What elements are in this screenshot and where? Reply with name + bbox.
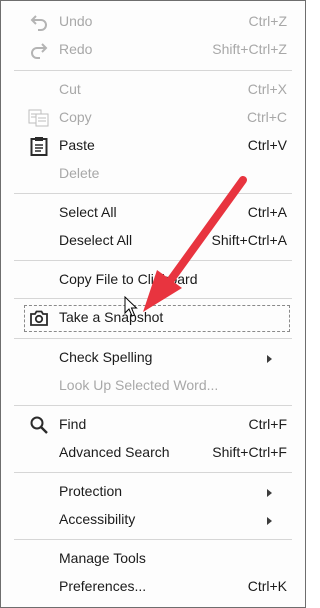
- menu-separator: [14, 472, 292, 473]
- menu-item-label: Copy: [59, 109, 92, 125]
- menu-item-look-up-word[interactable]: Look Up Selected Word...: [1, 372, 305, 400]
- menu-item-take-snapshot[interactable]: Take a Snapshot: [1, 304, 305, 332]
- shortcut-label: Ctrl+Z: [248, 13, 288, 29]
- menu-item-label: Take a Snapshot: [59, 309, 164, 325]
- menu-item-label: Copy File to Clipboard: [59, 271, 198, 287]
- menu-item-preferences[interactable]: Preferences... Ctrl+K: [1, 573, 305, 601]
- menu-item-label: Advanced Search: [59, 444, 170, 460]
- menu-item-label: Select All: [59, 204, 117, 220]
- menu-item-paste[interactable]: Paste Ctrl+V: [1, 132, 305, 160]
- shortcut-label: Shift+Ctrl+F: [212, 444, 287, 460]
- redo-icon: [28, 40, 50, 60]
- menu-item-label: Redo: [59, 41, 93, 57]
- shortcut-label: Ctrl+A: [247, 204, 287, 220]
- menu-item-cut[interactable]: Cut Ctrl+X: [1, 76, 305, 104]
- menu-separator: [14, 193, 292, 194]
- menu-item-find[interactable]: Find Ctrl+F: [1, 411, 305, 439]
- menu-item-label: Delete: [59, 165, 100, 181]
- camera-icon: [28, 308, 50, 328]
- submenu-arrow-icon: [267, 355, 272, 363]
- clipboard-icon: [28, 136, 50, 156]
- menu-item-label: Undo: [59, 13, 93, 29]
- shortcut-label: Ctrl+C: [246, 109, 287, 125]
- search-icon: [28, 415, 50, 435]
- copy-icon: [28, 108, 50, 128]
- menu-separator: [14, 405, 292, 406]
- shortcut-label: Ctrl+K: [247, 578, 287, 594]
- submenu-arrow-icon: [267, 517, 272, 525]
- menu-item-label: Manage Tools: [59, 550, 146, 566]
- shortcut-label: Ctrl+F: [248, 416, 288, 432]
- menu-item-manage-tools[interactable]: Manage Tools: [1, 545, 305, 573]
- menu-item-label: Look Up Selected Word...: [59, 377, 219, 393]
- menu-item-select-all[interactable]: Select All Ctrl+A: [1, 199, 305, 227]
- menu-item-copy[interactable]: Copy Ctrl+C: [1, 104, 305, 132]
- menu-item-label: Accessibility: [59, 511, 136, 527]
- menu-separator: [14, 298, 292, 299]
- menu-item-redo[interactable]: Redo Shift+Ctrl+Z: [1, 36, 305, 64]
- shortcut-label: Shift+Ctrl+A: [211, 232, 287, 248]
- shortcut-label: Ctrl+V: [247, 137, 287, 153]
- menu-item-delete[interactable]: Delete: [1, 160, 305, 188]
- menu-item-advanced-search[interactable]: Advanced Search Shift+Ctrl+F: [1, 439, 305, 467]
- menu-item-label: Protection: [59, 483, 123, 499]
- menu-item-label: Cut: [59, 81, 81, 97]
- menu-separator: [14, 70, 292, 71]
- menu-separator: [14, 338, 292, 339]
- menu-item-label: Deselect All: [59, 232, 133, 248]
- menu-item-protection[interactable]: Protection: [1, 478, 305, 506]
- undo-icon: [28, 12, 50, 32]
- menu-item-label: Find: [59, 416, 87, 432]
- menu-separator: [14, 260, 292, 261]
- menu-item-accessibility[interactable]: Accessibility: [1, 506, 305, 534]
- shortcut-label: Ctrl+X: [247, 81, 287, 97]
- menu-item-undo[interactable]: Undo Ctrl+Z: [1, 8, 305, 36]
- menu-item-label: Paste: [59, 137, 95, 153]
- menu-item-copy-file-to-clipboard[interactable]: Copy File to Clipboard: [1, 266, 305, 294]
- edit-context-menu: Undo Ctrl+Z Redo Shift+Ctrl+Z Cut Ctrl+X…: [0, 0, 306, 608]
- shortcut-label: Shift+Ctrl+Z: [212, 41, 287, 57]
- menu-item-deselect-all[interactable]: Deselect All Shift+Ctrl+A: [1, 227, 305, 255]
- menu-item-label: Check Spelling: [59, 349, 153, 365]
- menu-separator: [14, 539, 292, 540]
- menu-item-label: Preferences...: [59, 578, 147, 594]
- submenu-arrow-icon: [267, 489, 272, 497]
- menu-item-check-spelling[interactable]: Check Spelling: [1, 344, 305, 372]
